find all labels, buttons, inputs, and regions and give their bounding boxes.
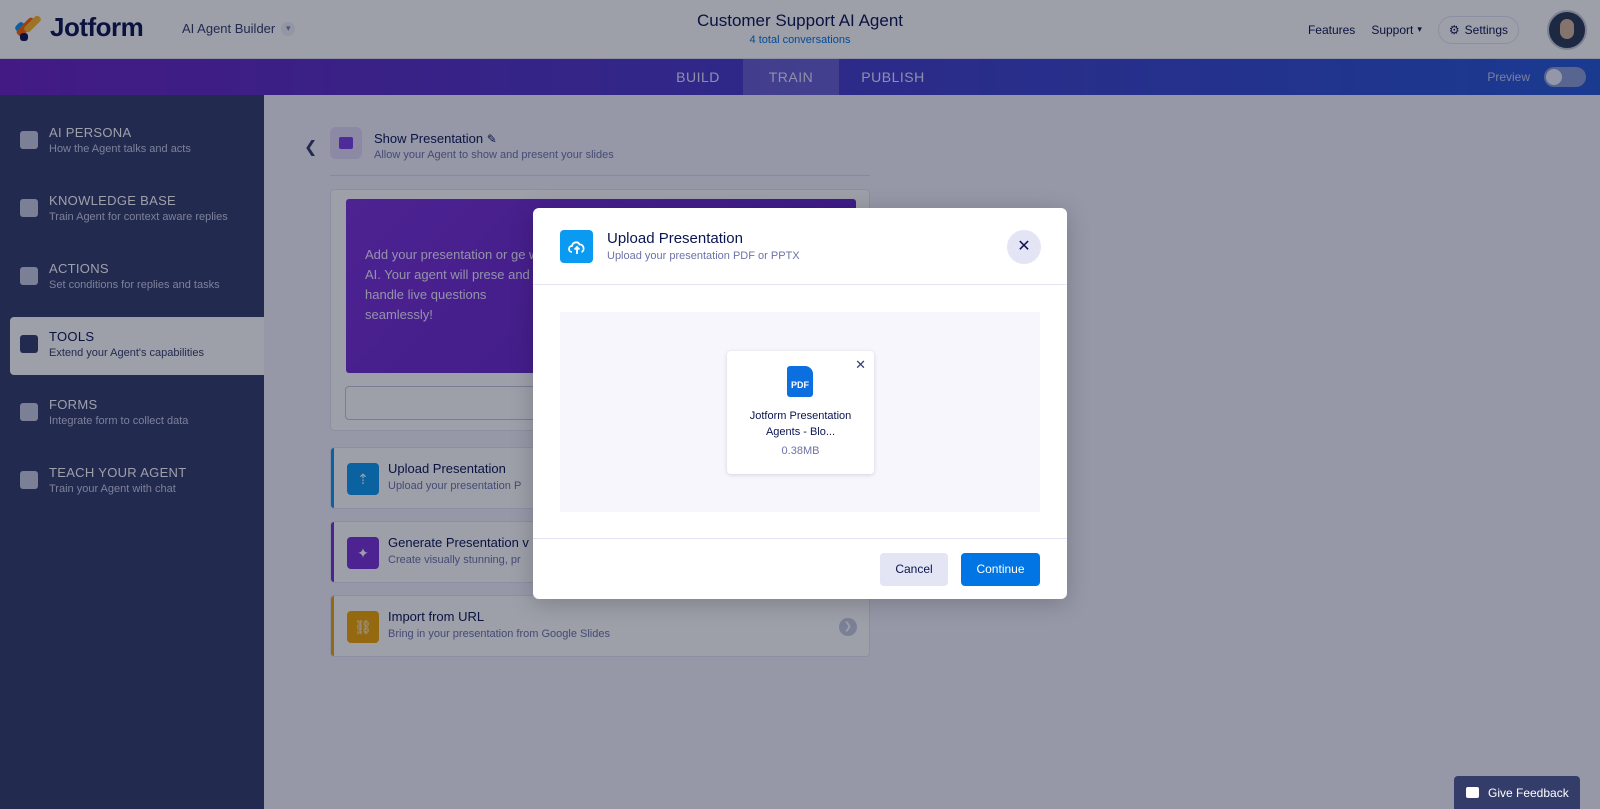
file-dropzone[interactable]: ✕ PDF Jotform Presentation Agents - Blo.… (560, 312, 1040, 512)
cancel-button[interactable]: Cancel (880, 553, 948, 586)
feedback-icon (1466, 787, 1479, 798)
modal-header: Upload Presentation Upload your presenta… (533, 208, 1067, 285)
upload-presentation-modal: Upload Presentation Upload your presenta… (533, 208, 1067, 599)
modal-title: Upload Presentation (607, 230, 743, 247)
file-name: Jotform Presentation Agents - Blo... (749, 410, 852, 438)
close-icon[interactable]: ✕ (1007, 230, 1041, 264)
continue-button[interactable]: Continue (961, 553, 1040, 586)
feedback-label: Give Feedback (1488, 785, 1569, 800)
remove-file-icon[interactable]: ✕ (855, 357, 866, 373)
give-feedback-button[interactable]: Give Feedback (1454, 776, 1580, 809)
uploaded-file-card: ✕ PDF Jotform Presentation Agents - Blo.… (727, 351, 874, 474)
file-size: 0.38MB (781, 445, 820, 457)
modal-footer-divider (533, 538, 1067, 539)
modal-subtitle: Upload your presentation PDF or PPTX (607, 250, 800, 262)
pdf-file-icon: PDF (787, 366, 813, 397)
cloud-upload-icon (560, 230, 593, 263)
